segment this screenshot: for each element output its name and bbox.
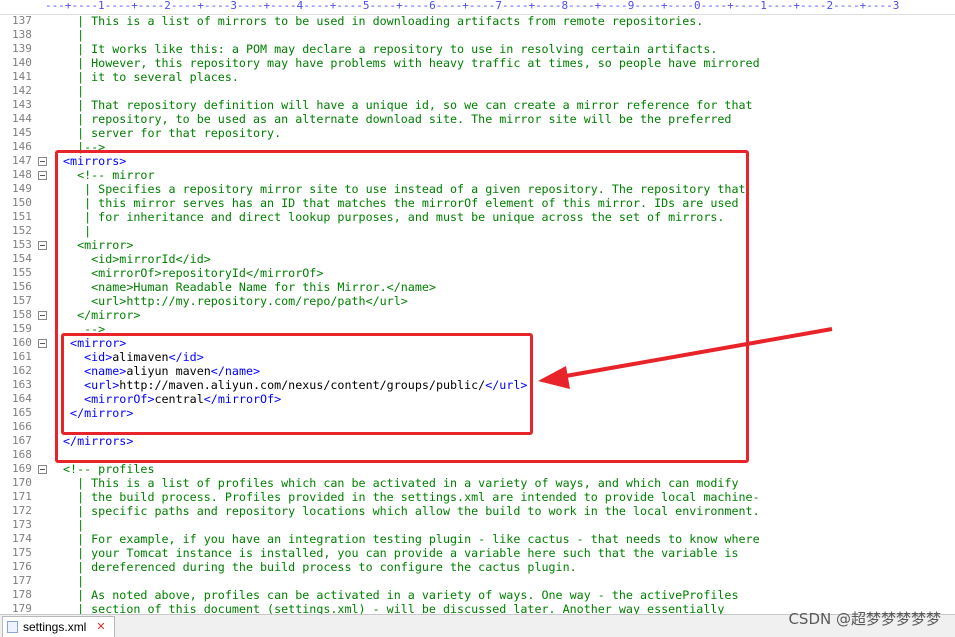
file-icon (7, 621, 18, 633)
tab-settings-xml[interactable]: settings.xml ✕ (2, 616, 115, 637)
annotation-arrow (538, 327, 833, 389)
watermark: CSDN @超梦梦梦梦梦 (788, 610, 941, 628)
arrow-shaft (559, 327, 833, 379)
close-icon[interactable]: ✕ (96, 617, 105, 637)
arrow-head (538, 366, 570, 389)
tab-label: settings.xml (23, 620, 87, 634)
